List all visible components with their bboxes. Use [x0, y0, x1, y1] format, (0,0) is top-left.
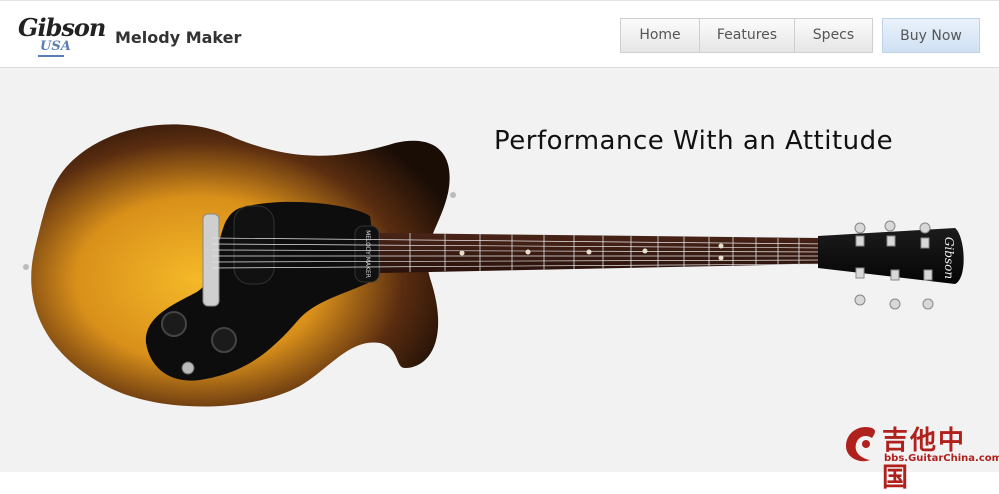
nav-specs[interactable]: Specs: [795, 19, 872, 52]
pickguard-label: MELODY MAKER: [364, 230, 371, 278]
strap-button-top: [450, 192, 456, 198]
logo-usa: USA: [40, 39, 71, 54]
hero-banner: MELODY MAKER Gibson Performance With an …: [0, 68, 999, 493]
jack: [181, 361, 195, 375]
headstock-logo: Gibson: [942, 237, 956, 279]
watermark-url: bbs.GuitarChina.com: [884, 453, 999, 464]
top-header: Gibson USA Melody Maker Home Features Sp…: [0, 0, 999, 68]
logo-script: Gibson: [18, 13, 106, 42]
strap-button-left: [23, 264, 29, 270]
buy-now-button[interactable]: Buy Now: [882, 18, 980, 53]
bridge: [202, 213, 220, 307]
page-title: Melody Maker: [115, 28, 242, 47]
guitar-neck: [380, 233, 820, 273]
nav-home[interactable]: Home: [621, 19, 700, 52]
hero-tagline: Performance With an Attitude: [494, 126, 894, 156]
tone-knob: [211, 327, 237, 353]
logo-underline: [38, 55, 64, 57]
site-watermark: 吉他中国 bbs.GuitarChina.com: [842, 420, 999, 493]
main-nav: Home Features Specs: [620, 18, 873, 53]
volume-knob: [161, 311, 187, 337]
gibson-logo[interactable]: Gibson USA: [18, 11, 106, 59]
nav-features[interactable]: Features: [700, 19, 795, 52]
dragon-icon: [846, 426, 875, 462]
pickup-bridge: [233, 205, 275, 285]
